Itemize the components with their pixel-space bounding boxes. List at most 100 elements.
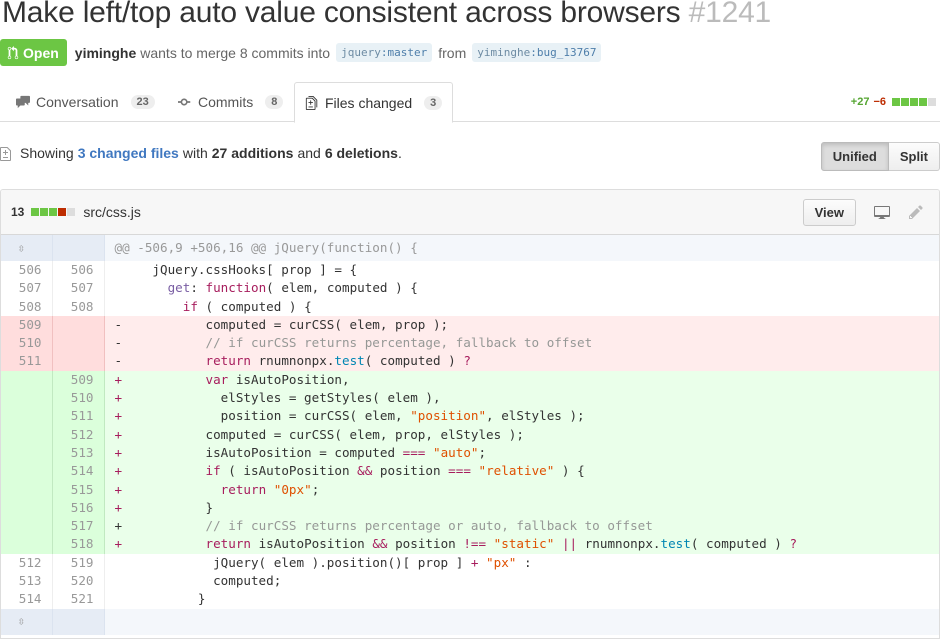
- old-line-number[interactable]: [1, 480, 53, 499]
- code-line: + return isAutoPosition && position !== …: [104, 535, 939, 554]
- summary-with: with: [182, 145, 208, 161]
- unfold-icon[interactable]: ⇳: [1, 239, 42, 257]
- new-line-number[interactable]: 508: [52, 297, 105, 316]
- old-line-number[interactable]: 508: [1, 297, 53, 316]
- new-line-number[interactable]: [52, 352, 105, 371]
- old-line-number[interactable]: 510: [1, 334, 53, 353]
- diffstat-block: [901, 98, 909, 106]
- code-line: jQuery( elem ).position()[ prop ] + "px"…: [114, 554, 532, 570]
- diff-line-add: 512 + computed = curCSS( elem, prop, elSt…: [1, 425, 939, 444]
- old-line-number[interactable]: [1, 443, 53, 463]
- old-line-number[interactable]: [1, 389, 53, 408]
- code-line: + var isAutoPosition,: [104, 370, 939, 390]
- old-line-number[interactable]: 509: [1, 315, 53, 335]
- expand-cell: [52, 235, 105, 261]
- tab-conversation[interactable]: Conversation 23: [6, 82, 165, 122]
- new-line-number[interactable]: 507: [52, 279, 105, 298]
- device-desktop-icon[interactable]: [873, 204, 891, 220]
- base-ref[interactable]: jquery:master: [336, 43, 433, 62]
- new-line-number[interactable]: 511: [52, 407, 105, 426]
- old-line-number[interactable]: [1, 462, 53, 481]
- pr-diffstat: +27 −6: [851, 96, 936, 108]
- diffstat-block: [892, 98, 900, 106]
- expand-footer: [104, 608, 939, 635]
- old-line-number[interactable]: 507: [1, 279, 53, 298]
- tab-files-changed[interactable]: Files changed 3: [294, 82, 454, 123]
- diff-line-add: 510 + elStyles = getStyles( elem ),: [1, 389, 939, 408]
- diff-line-del: 510 - // if curCSS returns percentage, fa…: [1, 334, 939, 353]
- state-label: Open: [23, 44, 59, 61]
- expand-footer-row: ⇳: [1, 608, 939, 635]
- diff-line-add: 516 + }: [1, 498, 939, 518]
- file-header: 13 src/css.js View: [1, 190, 939, 235]
- new-line-number[interactable]: 510: [52, 389, 105, 408]
- new-line-number[interactable]: 521: [52, 590, 105, 609]
- new-line-number[interactable]: 513: [52, 443, 105, 463]
- diff-line-add: 509 + var isAutoPosition,: [1, 370, 939, 390]
- old-line-number[interactable]: [1, 498, 53, 518]
- new-line-number[interactable]: [52, 334, 105, 353]
- code-line: + }: [104, 498, 939, 518]
- expand-cell[interactable]: ⇳: [1, 608, 53, 635]
- files-summary: Showing 3 changed files with 27 addition…: [0, 145, 402, 161]
- code-line: + // if curCSS returns percentage or aut…: [104, 517, 939, 536]
- tab-files-label: Files changed: [325, 94, 413, 111]
- new-line-number[interactable]: 506: [52, 261, 105, 280]
- old-line-number[interactable]: 514: [1, 590, 53, 609]
- changed-files-link[interactable]: 3 changed files: [78, 145, 179, 161]
- author-link[interactable]: yiminghe: [75, 45, 136, 61]
- new-line-number[interactable]: 517: [52, 517, 105, 536]
- diffstat-block: [910, 98, 918, 106]
- new-line-number[interactable]: 520: [52, 572, 105, 591]
- from-text: from: [438, 44, 467, 61]
- old-line-number[interactable]: [1, 425, 53, 444]
- old-line-number[interactable]: 513: [1, 572, 53, 591]
- diff-line-add: 514 + if ( isAutoPosition && position ===…: [1, 462, 939, 481]
- diff-icon: [305, 95, 318, 110]
- old-line-number[interactable]: [1, 535, 53, 554]
- diffstat-block: [928, 98, 936, 106]
- new-line-number[interactable]: 516: [52, 498, 105, 518]
- diff-line-add: 511 + position = curCSS( elem, "position"…: [1, 407, 939, 426]
- diff-table: ⇳ @@ -506,9 +506,16 @@ jQuery(function()…: [1, 235, 939, 635]
- diff-line-ctx: 506 506 jQuery.cssHooks[ prop ] = {: [1, 261, 939, 280]
- tab-commits[interactable]: Commits 8: [168, 82, 293, 122]
- old-line-number[interactable]: 506: [1, 261, 53, 280]
- pr-title-text: Make left/top auto value consistent acro…: [2, 0, 681, 29]
- diffstat-block: [49, 208, 58, 216]
- new-line-number[interactable]: 518: [52, 535, 105, 554]
- new-line-number[interactable]: 509: [52, 370, 105, 390]
- unified-button[interactable]: Unified: [820, 142, 889, 171]
- head-ref[interactable]: yiminghe:bug_13767: [472, 43, 602, 62]
- unfold-icon[interactable]: ⇳: [1, 612, 42, 630]
- old-line-number[interactable]: 511: [1, 352, 53, 371]
- new-line-number[interactable]: 519: [52, 553, 105, 573]
- diff-line-add: 515 + return "0px";: [1, 480, 939, 499]
- new-line-number[interactable]: 515: [52, 480, 105, 499]
- code-line: + elStyles = getStyles( elem ),: [104, 389, 939, 408]
- code-line: }: [114, 591, 206, 607]
- old-line-number[interactable]: 512: [1, 553, 53, 573]
- old-line-number[interactable]: [1, 517, 53, 536]
- diff-icon: [0, 147, 11, 161]
- split-button[interactable]: Split: [888, 142, 940, 171]
- code-line: - return rnumnonpx.test( computed ) ?: [104, 352, 939, 371]
- git-commit-icon: [178, 98, 191, 106]
- expand-cell[interactable]: ⇳: [1, 235, 53, 261]
- code-line: computed;: [114, 573, 282, 589]
- diffstat-deletions: −6: [873, 96, 886, 108]
- tab-files-count: 3: [424, 95, 443, 110]
- old-line-number[interactable]: [1, 407, 53, 426]
- old-line-number[interactable]: [1, 370, 53, 390]
- new-line-number[interactable]: 514: [52, 462, 105, 481]
- file-path[interactable]: src/css.js: [83, 204, 141, 220]
- new-line-number[interactable]: [52, 315, 105, 335]
- view-file-button[interactable]: View: [802, 199, 856, 226]
- summary-prefix: Showing: [20, 145, 74, 161]
- pencil-icon[interactable]: [907, 204, 925, 220]
- pr-number: #1241: [688, 0, 772, 29]
- code-line: + return "0px";: [104, 480, 939, 499]
- diff-line-add: 517 + // if curCSS returns percentage or …: [1, 517, 939, 536]
- code-line: jQuery.cssHooks[ prop ] = {: [114, 262, 358, 277]
- new-line-number[interactable]: 512: [52, 425, 105, 444]
